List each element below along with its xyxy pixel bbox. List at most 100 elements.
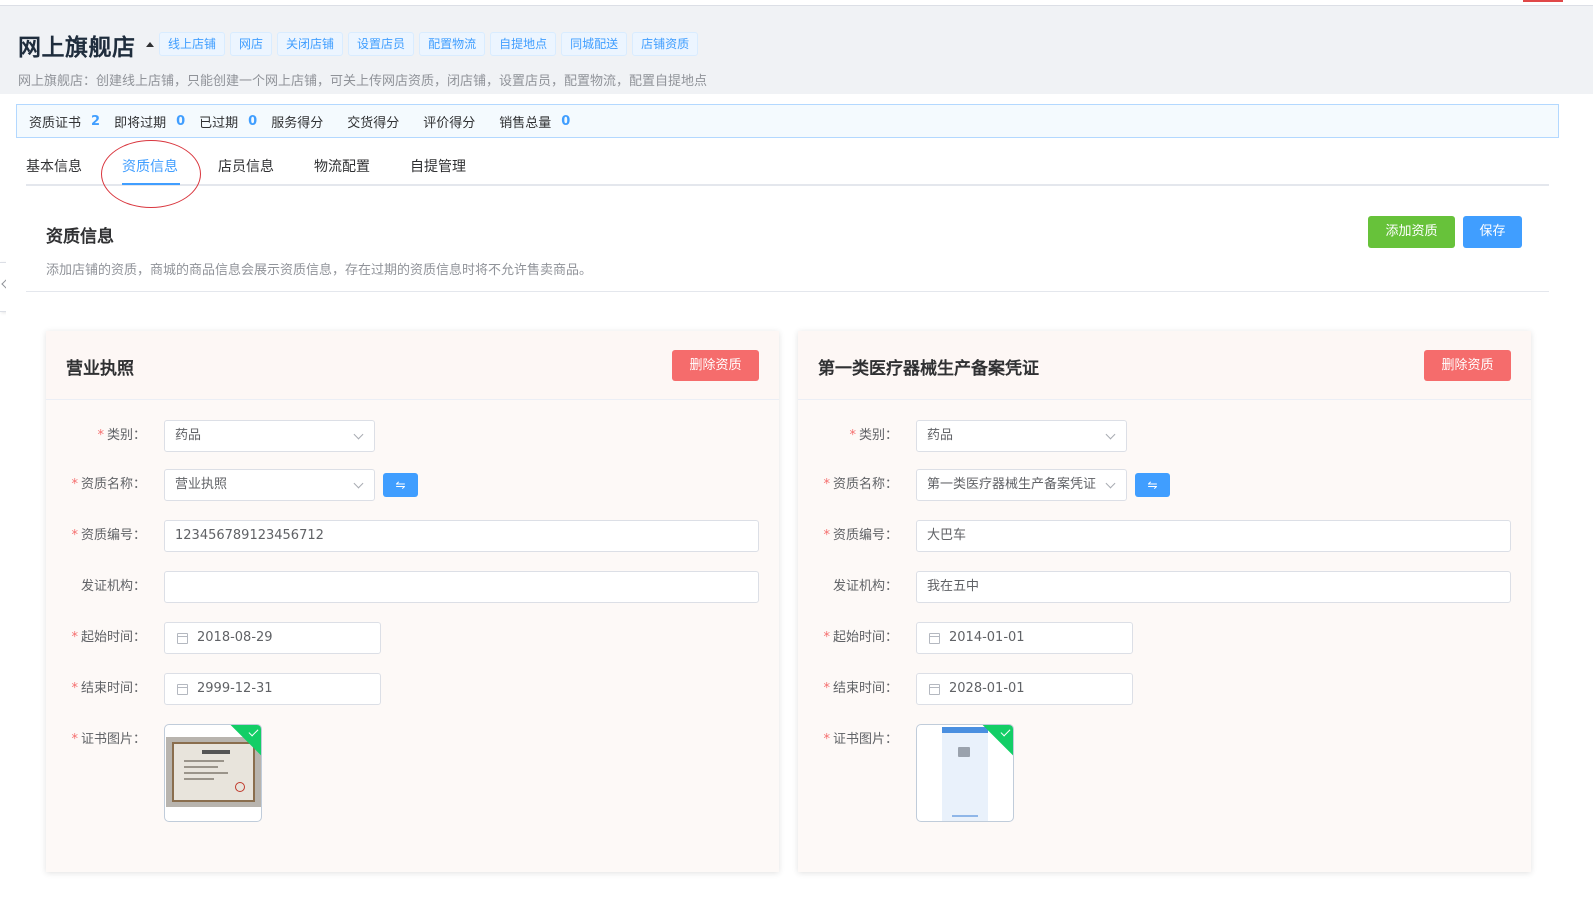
category-row: * 类别： 药品 <box>46 420 779 452</box>
category-select[interactable]: 药品 <box>916 420 1127 452</box>
category-value: 药品 <box>927 428 954 443</box>
card-title: 营业执照 <box>66 359 134 379</box>
card-body: * 类别： 药品 * 资质名称： 营业执照 ⇋ * 资质编号： 12345678912… <box>46 400 779 872</box>
category-label: * 类别： <box>97 428 146 443</box>
qualification-name-select[interactable]: 第一类医疗器械生产备案凭证 <box>916 469 1127 501</box>
calendar-icon <box>177 684 188 695</box>
calendar-icon <box>929 633 940 644</box>
end-date-row: * 结束时间： 2028-01-01 <box>798 673 1531 705</box>
page-header: 网上旗舰店 线上店铺 网店 关闭店铺 设置店员 配置物流 自提地点 同城配送 店… <box>0 6 1593 94</box>
delete-qualification-button[interactable]: 删除资质 <box>1424 350 1511 381</box>
qualification-card: 第一类医疗器械生产备案凭证 删除资质 * 类别： 药品 * 资质名称： 第一类医疗器… <box>798 331 1531 872</box>
stat-expired-label: 已过期 <box>199 115 239 131</box>
number-label-text: 资质编号： <box>832 528 898 543</box>
qualification-card: 营业执照 删除资质 * 类别： 药品 * 资质名称： 营业执照 ⇋ * 资质编号： 1… <box>46 331 779 872</box>
stat-service-label: 服务得分 <box>271 115 324 131</box>
tag-pickup-location[interactable]: 自提地点 <box>490 32 557 56</box>
issuer-label-text: 发证机构： <box>832 579 898 594</box>
card-header: 第一类医疗器械生产备案凭证 删除资质 <box>798 331 1531 400</box>
stat-cert-value: 2 <box>91 113 101 129</box>
number-label: * 资质编号： <box>71 528 146 543</box>
start-date-picker[interactable]: 2014-01-01 <box>916 622 1133 654</box>
card-title: 第一类医疗器械生产备案凭证 <box>818 359 1039 379</box>
tag-close-store[interactable]: 关闭店铺 <box>277 32 344 56</box>
tag-config-logistics[interactable]: 配置物流 <box>419 32 486 56</box>
issuer-label-text: 发证机构： <box>80 579 146 594</box>
end-label-text: 结束时间： <box>832 681 898 696</box>
category-label-text: 类别： <box>106 428 146 443</box>
tag-local-delivery[interactable]: 同城配送 <box>561 32 628 56</box>
add-qualification-button[interactable]: 添加资质 <box>1368 216 1455 248</box>
tab-basic-info[interactable]: 基本信息 <box>26 156 82 176</box>
number-row: * 资质编号： 123456789123456712 <box>46 520 779 552</box>
name-label: * 资质名称： <box>823 477 898 492</box>
chevron-down-icon <box>353 478 364 489</box>
swap-button[interactable]: ⇋ <box>1135 473 1170 497</box>
image-label: * 证书图片： <box>71 732 146 747</box>
category-label-text: 类别： <box>858 428 898 443</box>
image-row: * 证书图片： <box>46 724 779 824</box>
qualification-number-input[interactable]: 大巴车 <box>916 520 1511 552</box>
top-accent <box>1523 0 1563 2</box>
issuer-label: 发证机构： <box>833 571 898 603</box>
start-date-row: * 起始时间： 2014-01-01 <box>798 622 1531 654</box>
section-title: 资质信息 <box>46 227 114 247</box>
swap-button[interactable]: ⇋ <box>383 473 418 497</box>
chevron-down-icon <box>1105 478 1116 489</box>
issuer-input[interactable] <box>164 571 759 603</box>
end-label-text: 结束时间： <box>80 681 146 696</box>
stat-sales-value: 0 <box>561 113 571 129</box>
certificate-image-thumbnail[interactable] <box>916 724 1014 822</box>
start-label: * 起始时间： <box>71 630 146 645</box>
issuer-row: 发证机构： 我在五中 <box>798 571 1531 603</box>
tab-staff-info[interactable]: 店员信息 <box>218 156 274 176</box>
tag-web-store[interactable]: 网店 <box>230 32 273 56</box>
chevron-down-icon <box>1105 429 1116 440</box>
category-select[interactable]: 药品 <box>164 420 375 452</box>
image-label: * 证书图片： <box>823 732 898 747</box>
issuer-label: 发证机构： <box>81 571 146 603</box>
certificate-image <box>166 737 261 807</box>
end-date-picker[interactable]: 2028-01-01 <box>916 673 1133 705</box>
chevron-down-icon <box>353 429 364 440</box>
caret-up-icon[interactable] <box>146 42 154 47</box>
page-title: 网上旗舰店 <box>18 35 136 61</box>
end-label: * 结束时间： <box>823 681 898 696</box>
save-button[interactable]: 保存 <box>1463 216 1522 248</box>
tab-pickup-management[interactable]: 自提管理 <box>410 156 466 176</box>
name-value: 营业执照 <box>175 477 228 492</box>
name-value: 第一类医疗器械生产备案凭证 <box>927 477 1097 492</box>
tag-set-staff[interactable]: 设置店员 <box>348 32 415 56</box>
main-content: 资质证书 2 即将过期 0 已过期 0 服务得分 交货得分 评价得分 销售总量 … <box>6 94 1593 910</box>
tab-logistics-config[interactable]: 物流配置 <box>314 156 370 176</box>
image-row: * 证书图片： <box>798 724 1531 824</box>
card-body: * 类别： 药品 * 资质名称： 第一类医疗器械生产备案凭证 ⇋ * 资质编号： 大巴… <box>798 400 1531 872</box>
category-value: 药品 <box>175 428 202 443</box>
delete-qualification-button[interactable]: 删除资质 <box>672 350 759 381</box>
end-date-value: 2999-12-31 <box>197 681 273 696</box>
start-date-value: 2018-08-29 <box>197 630 273 645</box>
qualification-name-select[interactable]: 营业执照 <box>164 469 375 501</box>
issuer-input[interactable]: 我在五中 <box>916 571 1511 603</box>
certificate-image-thumbnail[interactable] <box>164 724 262 822</box>
phone-screenshot-image <box>942 727 988 821</box>
number-label: * 资质编号： <box>823 528 898 543</box>
end-date-picker[interactable]: 2999-12-31 <box>164 673 381 705</box>
start-label-text: 起始时间： <box>80 630 146 645</box>
start-date-picker[interactable]: 2018-08-29 <box>164 622 381 654</box>
start-date-value: 2014-01-01 <box>949 630 1025 645</box>
tag-store-qualification[interactable]: 店铺资质 <box>632 32 699 56</box>
stat-cert-label: 资质证书 <box>29 115 82 131</box>
end-label: * 结束时间： <box>71 681 146 696</box>
stat-sales-label: 销售总量 <box>499 115 552 131</box>
annotation-circle <box>101 140 201 208</box>
qualification-number-input[interactable]: 123456789123456712 <box>164 520 759 552</box>
name-label: * 资质名称： <box>71 477 146 492</box>
card-header: 营业执照 删除资质 <box>46 331 779 400</box>
category-label: * 类别： <box>849 428 898 443</box>
tag-online-store[interactable]: 线上店铺 <box>159 32 226 56</box>
start-label: * 起始时间： <box>823 630 898 645</box>
image-label-text: 证书图片： <box>832 732 898 747</box>
name-label-text: 资质名称： <box>80 477 146 492</box>
image-label-text: 证书图片： <box>80 732 146 747</box>
